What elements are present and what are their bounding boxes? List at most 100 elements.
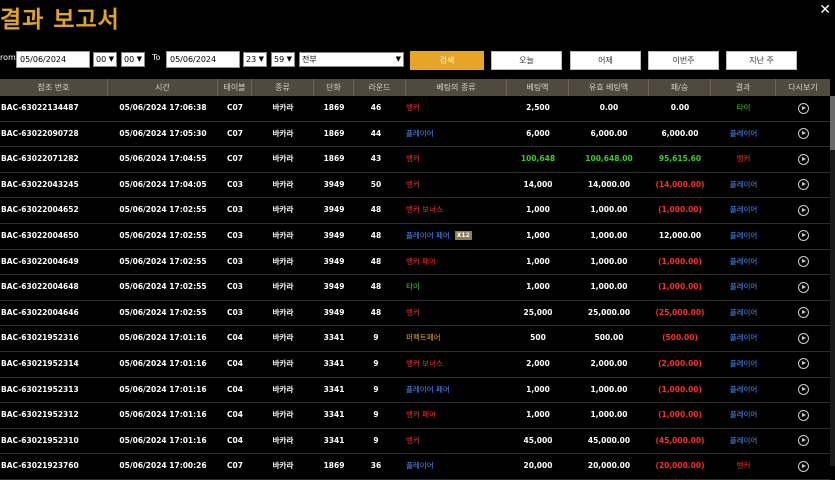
reference-number: BAC-63022043245 [0, 173, 109, 197]
valid-bet-amount-text: 14,000.00 [587, 179, 631, 189]
round-number: 9 [354, 429, 398, 453]
to-hour-select[interactable]: 23 ▼ [243, 52, 267, 67]
bet-time-text: 05/06/2024 17:01:16 [119, 410, 207, 420]
round-number: 9 [354, 326, 398, 350]
search-button[interactable]: 검색 [410, 51, 484, 70]
bet-type-text: 뱅커 보너스 [406, 358, 443, 368]
bet-time-text: 05/06/2024 17:06:38 [119, 103, 207, 112]
table-code-text: C04 [227, 384, 243, 394]
replay-button[interactable] [776, 198, 830, 222]
bet-time-text: 05/06/2024 17:02:55 [119, 230, 207, 240]
reference-number: BAC-63022071282 [0, 147, 109, 171]
replay-button[interactable] [776, 250, 830, 274]
win-loss-amount: (1,000.00) [649, 250, 711, 274]
from-minute-select[interactable]: 00 ▼ [121, 52, 145, 67]
replay-button[interactable] [776, 378, 830, 402]
shoe-number: 3949 [314, 224, 354, 248]
bet-type: 플레이어 [406, 122, 507, 146]
bet-time: 05/06/2024 17:05:30 [108, 122, 218, 146]
replay-button[interactable] [776, 403, 830, 427]
game-kind-text: 바카라 [272, 230, 294, 240]
replay-button[interactable] [776, 326, 830, 350]
bet-type: 뱅커 [406, 301, 507, 325]
play-circle-icon [797, 281, 809, 293]
reference-number-text: BAC-63022071282 [1, 154, 79, 164]
replay-button[interactable] [776, 224, 830, 248]
bet-type: 뱅커 [406, 429, 507, 453]
close-icon[interactable]: ✕ [819, 2, 831, 18]
game-kind: 바카라 [252, 96, 314, 120]
win-loss-amount: 0.00 [649, 96, 711, 120]
valid-bet-amount: 1,000.00 [569, 403, 649, 427]
win-loss-amount-text: (1,000.00) [658, 205, 702, 215]
reference-number-text: BAC-63021952316 [1, 333, 79, 343]
round-number: 46 [354, 96, 398, 120]
round-number: 44 [354, 122, 398, 146]
today-button[interactable]: 오늘 [491, 51, 562, 70]
replay-button[interactable] [776, 454, 830, 478]
bet-type-text: 뱅커 [406, 154, 420, 164]
game-kind: 바카라 [252, 224, 314, 248]
result-text: 뱅커 [736, 154, 751, 164]
last-week-button[interactable]: 지난 주 [726, 51, 797, 70]
play-circle-icon [797, 102, 809, 114]
bet-type: 뱅커 [406, 96, 507, 120]
table-code: C04 [218, 326, 252, 350]
to-minute-select[interactable]: 59 ▼ [271, 52, 295, 67]
scrollbar-thumb[interactable] [830, 96, 835, 150]
win-loss-amount-text: 95,615.60 [658, 154, 702, 164]
bet-time: 05/06/2024 17:02:55 [108, 224, 218, 248]
replay-button[interactable] [776, 173, 830, 197]
scrollbar[interactable] [830, 96, 835, 466]
round-number: 36 [354, 454, 398, 478]
shoe-number-text: 3949 [323, 230, 345, 240]
column-header: 단화 [314, 79, 354, 96]
replay-button[interactable] [776, 429, 830, 453]
from-hour-select[interactable]: 00 ▼ [93, 52, 117, 67]
table-code: C03 [218, 173, 252, 197]
table-code-text: C03 [227, 179, 243, 189]
game-kind-text: 바카라 [272, 179, 294, 189]
table-row: BAC-63021923760 05/06/2024 17:00:26 C07 바카라… [0, 454, 830, 480]
this-week-button[interactable]: 이번주 [648, 51, 719, 70]
bet-type-select[interactable]: 전부 ▼ [299, 52, 404, 67]
table-code-text: C03 [227, 256, 243, 266]
win-loss-amount: (500.00) [649, 326, 711, 350]
bet-time-text: 05/06/2024 17:01:16 [119, 358, 207, 368]
game-kind: 바카라 [252, 198, 314, 222]
replay-button[interactable] [776, 275, 830, 299]
reference-number: BAC-63022004652 [0, 198, 109, 222]
bet-type: 뱅커 페어 [406, 403, 507, 427]
table-row: BAC-63022004648 05/06/2024 17:02:55 C03 바카라… [0, 275, 830, 301]
game-kind: 바카라 [252, 250, 314, 274]
valid-bet-amount: 20,000.00 [569, 454, 649, 478]
yesterday-button[interactable]: 어제 [570, 51, 641, 70]
valid-bet-amount: 25,000.00 [569, 301, 649, 325]
game-kind: 바카라 [252, 122, 314, 146]
to-date-input[interactable]: 05/06/2024 [166, 51, 240, 68]
win-loss-amount: 6,000.00 [649, 122, 711, 146]
replay-button[interactable] [776, 147, 830, 171]
result-text: 플레이어 [729, 205, 758, 215]
shoe-number: 3341 [314, 378, 354, 402]
from-date-input[interactable]: 05/06/2024 [16, 51, 90, 68]
play-circle-icon [797, 384, 809, 396]
replay-button[interactable] [776, 352, 830, 376]
game-kind-text: 바카라 [272, 435, 294, 445]
bet-type-text: 타이 [406, 282, 420, 292]
column-header: 패/승 [649, 79, 711, 96]
replay-button[interactable] [776, 122, 830, 146]
table-code-text: C07 [227, 128, 243, 138]
game-kind: 바카라 [252, 147, 314, 171]
table-code: C07 [218, 147, 252, 171]
win-loss-amount: (20,000.00) [649, 454, 711, 478]
valid-bet-amount: 1,000.00 [569, 378, 649, 402]
replay-button[interactable] [776, 301, 830, 325]
bet-time-text: 05/06/2024 17:02:55 [119, 282, 207, 292]
reference-number-text: BAC-63022004649 [1, 256, 79, 266]
shoe-number: 1869 [314, 147, 354, 171]
replay-button[interactable] [776, 96, 830, 120]
table-row: BAC-63022004650 05/06/2024 17:02:55 C03 바카라… [0, 224, 830, 250]
shoe-number-text: 3949 [323, 282, 345, 292]
round-number-text: 9 [373, 435, 379, 445]
